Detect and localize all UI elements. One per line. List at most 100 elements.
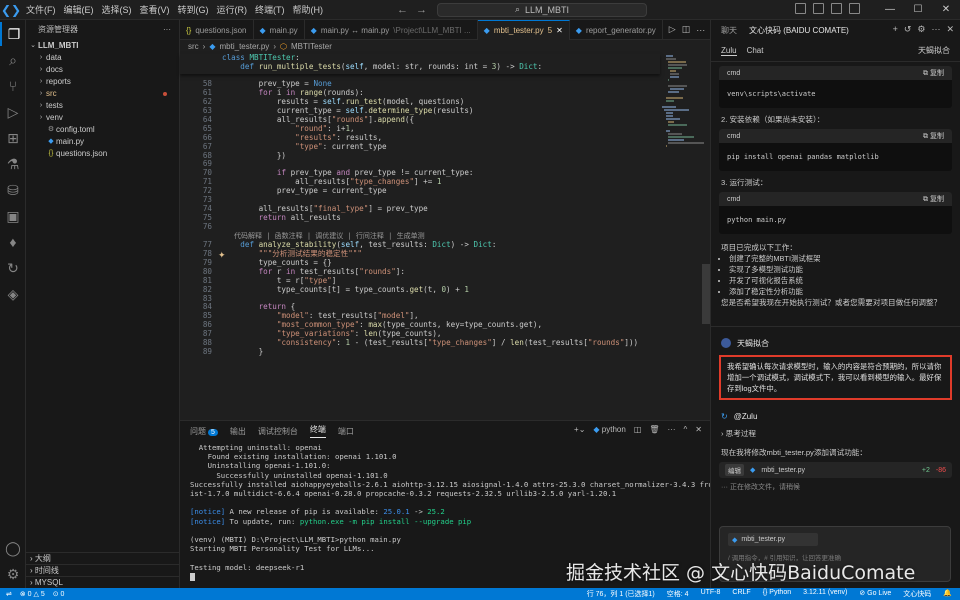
- more-actions-icon[interactable]: ···: [163, 20, 171, 40]
- tree-folder[interactable]: › reports: [26, 76, 179, 88]
- database-icon[interactable]: ⛁: [0, 178, 26, 202]
- section-timeline[interactable]: › 时间线: [26, 564, 180, 576]
- layout-sidebar-icon[interactable]: [795, 3, 806, 14]
- code-line[interactable]: 75 return all_results: [180, 213, 660, 223]
- copy-button[interactable]: ⧉ 复制: [923, 68, 944, 78]
- command-center-search[interactable]: ⌕ LLM_MBTI: [437, 2, 647, 17]
- maximize-panel-icon[interactable]: ^: [684, 425, 688, 434]
- copy-button[interactable]: ⧉ 复制: [923, 194, 944, 204]
- split-terminal-icon[interactable]: ◫: [634, 425, 642, 434]
- tree-folder[interactable]: › tests: [26, 100, 179, 112]
- back-arrow-icon[interactable]: ←: [397, 4, 408, 16]
- code-line[interactable]: 72 prev_type = current_type: [180, 186, 660, 196]
- search-view-icon[interactable]: ⌕: [0, 48, 26, 72]
- status-go-live[interactable]: ⊘ Go Live: [859, 589, 891, 599]
- code-line[interactable]: 68 }): [180, 151, 660, 161]
- panel-tab-problems[interactable]: 问题 5: [190, 426, 218, 437]
- panel-tab-terminal[interactable]: 终端: [309, 424, 326, 438]
- scrollbar-thumb[interactable]: [702, 264, 710, 324]
- run-file-icon[interactable]: ▷: [669, 24, 676, 35]
- sticky-line[interactable]: def run_multiple_tests(self, model: str,…: [180, 62, 660, 72]
- kill-terminal-icon[interactable]: 🗑: [649, 425, 659, 434]
- tab-mbti-tester[interactable]: ◆ mbti_tester.py 5 ✕: [477, 20, 570, 40]
- panel-tab-ports[interactable]: 端口: [338, 426, 354, 437]
- breadcrumb-symbol[interactable]: MBTITester: [291, 40, 332, 54]
- tree-folder[interactable]: › src: [26, 88, 179, 100]
- testing-icon[interactable]: ⚗: [0, 152, 26, 176]
- tab-comate[interactable]: 文心快码 (BAIDU COMATE): [749, 25, 849, 36]
- code-line[interactable]: 82 type_counts[t] = type_counts.get(t, 0…: [180, 285, 660, 295]
- tab-main-py[interactable]: ◆ main.py: [254, 20, 305, 40]
- code-line[interactable]: 89 }: [180, 347, 660, 357]
- code-line[interactable]: 76: [180, 222, 660, 232]
- menu-terminal[interactable]: 终端(T): [251, 0, 289, 20]
- account-icon[interactable]: ◯: [0, 536, 26, 560]
- notifications-bell-icon[interactable]: 🔔: [943, 589, 952, 599]
- mode-zulu[interactable]: Zulu: [721, 46, 737, 56]
- status-interpreter[interactable]: 3.12.11 (venv): [803, 589, 847, 599]
- close-panel-icon[interactable]: ✕: [695, 425, 702, 434]
- more-icon[interactable]: ···: [668, 425, 676, 434]
- python-icon[interactable]: ♦: [0, 230, 26, 254]
- tab-report-generator[interactable]: ◆ report_generator.py: [570, 20, 663, 40]
- close-tab-icon[interactable]: ✕: [556, 26, 563, 35]
- section-mysql[interactable]: › MYSQL: [26, 576, 180, 588]
- thinking-toggle[interactable]: › 思考过程: [711, 428, 960, 439]
- terminal-shell[interactable]: ◆ python: [593, 425, 625, 434]
- breadcrumb-folder[interactable]: src: [188, 40, 199, 54]
- source-control-icon[interactable]: ⑂: [0, 74, 26, 98]
- breadcrumb-file[interactable]: mbti_tester.py: [220, 40, 270, 54]
- status-problems[interactable]: ⊗ 0 △ 5: [20, 590, 45, 598]
- layout-custom-icon[interactable]: [849, 3, 860, 14]
- copy-button[interactable]: ⧉ 复制: [923, 131, 944, 141]
- editor-scrollbar[interactable]: [702, 54, 710, 420]
- stack-icon[interactable]: ◈: [0, 282, 26, 306]
- panel-tab-debug-console[interactable]: 调试控制台: [258, 426, 298, 437]
- status-encoding[interactable]: UTF-8: [701, 589, 721, 599]
- maximize-icon[interactable]: ☐: [904, 0, 932, 20]
- tab-questions-json[interactable]: {} questions.json: [180, 20, 254, 40]
- history-icon[interactable]: ↺: [904, 24, 912, 35]
- split-editor-icon[interactable]: ◫: [682, 24, 691, 35]
- remote-indicator-icon[interactable]: ⇌: [6, 590, 12, 598]
- lightbulb-icon[interactable]: ✦: [218, 250, 226, 261]
- status-language[interactable]: {} Python: [763, 589, 791, 599]
- menu-view[interactable]: 查看(V): [136, 0, 174, 20]
- tree-folder[interactable]: › docs: [26, 64, 179, 76]
- status-comate[interactable]: 文心快码: [903, 589, 931, 599]
- layout-panel-icon[interactable]: [813, 3, 824, 14]
- menu-go[interactable]: 转到(G): [174, 0, 213, 20]
- close-icon[interactable]: ✕: [932, 0, 960, 20]
- menu-help[interactable]: 帮助(H): [289, 0, 328, 20]
- comate-icon[interactable]: ↻: [0, 256, 26, 280]
- new-chat-icon[interactable]: +: [893, 24, 898, 35]
- more-icon[interactable]: ···: [931, 24, 940, 35]
- status-eol[interactable]: CRLF: [732, 589, 750, 599]
- tab-main-diff[interactable]: ◆ main.py ↔ main.py \Project\LLM_MBTI ..…: [305, 20, 478, 40]
- forward-arrow-icon[interactable]: →: [416, 4, 427, 16]
- layout-secondary-icon[interactable]: [831, 3, 842, 14]
- remote-explorer-icon[interactable]: ▣: [0, 204, 26, 228]
- tree-folder[interactable]: › venv: [26, 112, 179, 124]
- manage-gear-icon[interactable]: ⚙: [0, 562, 26, 586]
- menu-edit[interactable]: 编辑(E): [60, 0, 98, 20]
- mode-chat[interactable]: Chat: [747, 46, 764, 55]
- menu-selection[interactable]: 选择(S): [98, 0, 136, 20]
- explorer-icon[interactable]: ❐: [0, 22, 26, 46]
- attached-file-chip[interactable]: ◆ mbti_tester.py: [728, 533, 818, 546]
- minimap[interactable]: [662, 54, 704, 420]
- menu-run[interactable]: 运行(R): [213, 0, 252, 20]
- tree-folder[interactable]: › data: [26, 52, 179, 64]
- section-outline[interactable]: › 大纲: [26, 552, 180, 564]
- more-icon[interactable]: ···: [696, 25, 705, 35]
- file-edit-chip[interactable]: 编辑 ◆ mbti_tester.py +2 -86: [719, 462, 952, 478]
- new-terminal-icon[interactable]: +⌄: [574, 425, 585, 434]
- close-icon[interactable]: ✕: [946, 24, 954, 35]
- tree-root[interactable]: ⌄ LLM_MBTI: [26, 40, 179, 52]
- tree-file[interactable]: ◆ main.py: [26, 136, 179, 148]
- status-indent[interactable]: 空格: 4: [667, 589, 689, 599]
- status-ports[interactable]: ⊙ 0: [53, 590, 65, 598]
- menu-file[interactable]: 文件(F): [22, 0, 60, 20]
- minimize-icon[interactable]: —: [876, 0, 904, 20]
- tree-file[interactable]: ⚙ config.toml: [26, 124, 179, 136]
